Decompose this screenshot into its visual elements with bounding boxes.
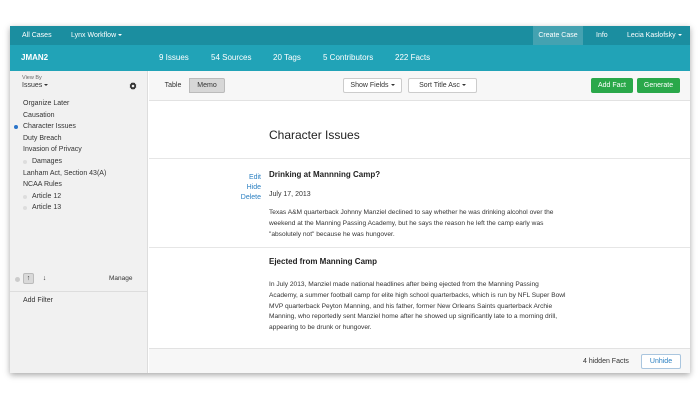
case-stats-bar: JMAN2 9 Issues 54 Sources 20 Tags 5 Cont…	[10, 45, 690, 71]
sidebar-item-label: Organize Later	[23, 100, 70, 107]
sidebar-item[interactable]: Article 12	[10, 191, 148, 203]
fact-actions: Edit Hide Delete	[239, 173, 261, 203]
hide-link[interactable]: Hide	[239, 183, 261, 193]
bullet-icon	[23, 159, 27, 164]
chevron-down-icon	[390, 84, 395, 87]
chevron-down-icon	[118, 34, 123, 37]
chevron-down-icon	[44, 84, 49, 87]
fact-date: July 17, 2013	[269, 191, 311, 198]
all-cases-link[interactable]: All Cases	[22, 26, 52, 45]
user-menu[interactable]: Lecia Kaslofsky	[627, 26, 682, 45]
section-divider	[149, 158, 690, 159]
fact-title: Ejected from Manning Camp	[269, 257, 378, 266]
table-view-tab[interactable]: Table	[157, 78, 189, 93]
facts-stat[interactable]: 222 Facts	[395, 45, 430, 71]
view-by-select[interactable]: Issues	[22, 82, 49, 89]
workflow-label: Lynx Workflow	[71, 32, 117, 39]
case-id: JMAN2	[21, 53, 49, 62]
sidebar-item-label: Article 12	[32, 192, 62, 200]
sidebar-controls: ↑ ↓ Manage	[10, 271, 148, 287]
sidebar-item[interactable]: Damages	[10, 156, 148, 168]
edit-link[interactable]: Edit	[239, 173, 261, 183]
sort-up-button[interactable]: ↑	[23, 273, 34, 284]
sources-stat[interactable]: 54 Sources	[211, 45, 251, 71]
memo-view-tab[interactable]: Memo	[189, 78, 225, 93]
sidebar-item[interactable]: Organize Later	[10, 98, 148, 110]
sidebar-item[interactable]: Invasion of Privacy	[10, 144, 148, 156]
user-name: Lecia Kaslofsky	[627, 32, 676, 39]
memo-footer: 4 hidden Facts Unhide	[149, 348, 690, 373]
sort-down-button[interactable]: ↓	[39, 273, 50, 284]
tags-stat[interactable]: 20 Tags	[273, 45, 301, 71]
active-dot-icon	[14, 125, 18, 130]
fact-body: Texas A&M quarterback Johnny Manziel dec…	[269, 209, 554, 238]
sidebar-item[interactable]: Character Issues	[10, 121, 148, 133]
gear-icon[interactable]	[129, 82, 137, 90]
top-nav: All Cases Lynx Workflow Create Case Info…	[10, 26, 690, 45]
fact-body: In July 2013, Manziel made national head…	[269, 281, 566, 332]
sidebar-item-label: Character Issues	[23, 123, 76, 131]
sidebar-item-label: Lanham Act, Section 43(A)	[23, 169, 107, 177]
sidebar-item-label: Damages	[32, 157, 62, 165]
sidebar-item-label: Duty Breach	[23, 134, 62, 142]
manage-link[interactable]: Manage	[109, 273, 133, 284]
sidebar-item[interactable]: NCAA Rules	[10, 179, 148, 191]
show-fields-label: Show Fields	[350, 82, 389, 89]
sort-label: Sort Title Asc	[419, 82, 460, 89]
sidebar-item[interactable]: Lanham Act, Section 43(A)	[10, 168, 148, 180]
radio-dot[interactable]	[15, 277, 20, 282]
add-filter-link[interactable]: Add Filter	[23, 297, 53, 304]
sidebar-item[interactable]: Causation	[10, 110, 148, 122]
unhide-button[interactable]: Unhide	[641, 354, 681, 369]
bullet-icon	[23, 206, 27, 211]
sidebar-divider	[10, 291, 148, 292]
section-divider	[149, 247, 690, 248]
sidebar-item[interactable]: Article 13	[10, 202, 148, 214]
sidebar-item-label: Causation	[23, 111, 55, 119]
bullet-icon	[23, 194, 27, 199]
hidden-facts-count: 4 hidden Facts	[583, 358, 629, 365]
sidebar-item[interactable]: Duty Breach	[10, 133, 148, 145]
fact-title: Drinking at Mannning Camp?	[269, 170, 381, 179]
issues-stat[interactable]: 9 Issues	[159, 45, 189, 71]
view-by-label: View By	[22, 75, 42, 81]
sidebar-item-label: Invasion of Privacy	[23, 146, 82, 154]
memo-title: Character Issues	[269, 128, 360, 142]
create-case-button[interactable]: Create Case	[533, 26, 583, 45]
show-fields-dropdown[interactable]: Show Fields	[343, 78, 402, 93]
contributors-stat[interactable]: 5 Contributors	[323, 45, 373, 71]
sort-dropdown[interactable]: Sort Title Asc	[408, 78, 477, 93]
main-panel: Table Memo Show Fields Sort Title Asc Ad…	[149, 71, 690, 373]
generate-button[interactable]: Generate	[637, 78, 680, 93]
app-window: All Cases Lynx Workflow Create Case Info…	[10, 26, 690, 373]
view-by-value: Issues	[22, 82, 43, 89]
sidebar-item-label: Article 13	[32, 204, 62, 212]
workflow-dropdown[interactable]: Lynx Workflow	[71, 26, 123, 45]
sidebar-item-label: NCAA Rules	[23, 181, 62, 189]
chevron-down-icon	[461, 84, 466, 87]
toolbar: Table Memo Show Fields Sort Title Asc Ad…	[149, 71, 690, 101]
add-fact-button[interactable]: Add Fact	[591, 78, 633, 93]
delete-link[interactable]: Delete	[239, 193, 261, 203]
chevron-down-icon	[677, 34, 682, 37]
sidebar: View By Issues Organize Later Causation Ch…	[10, 71, 148, 373]
info-link[interactable]: Info	[596, 26, 608, 45]
issue-list: Organize Later Causation Character Issues D…	[10, 98, 148, 214]
